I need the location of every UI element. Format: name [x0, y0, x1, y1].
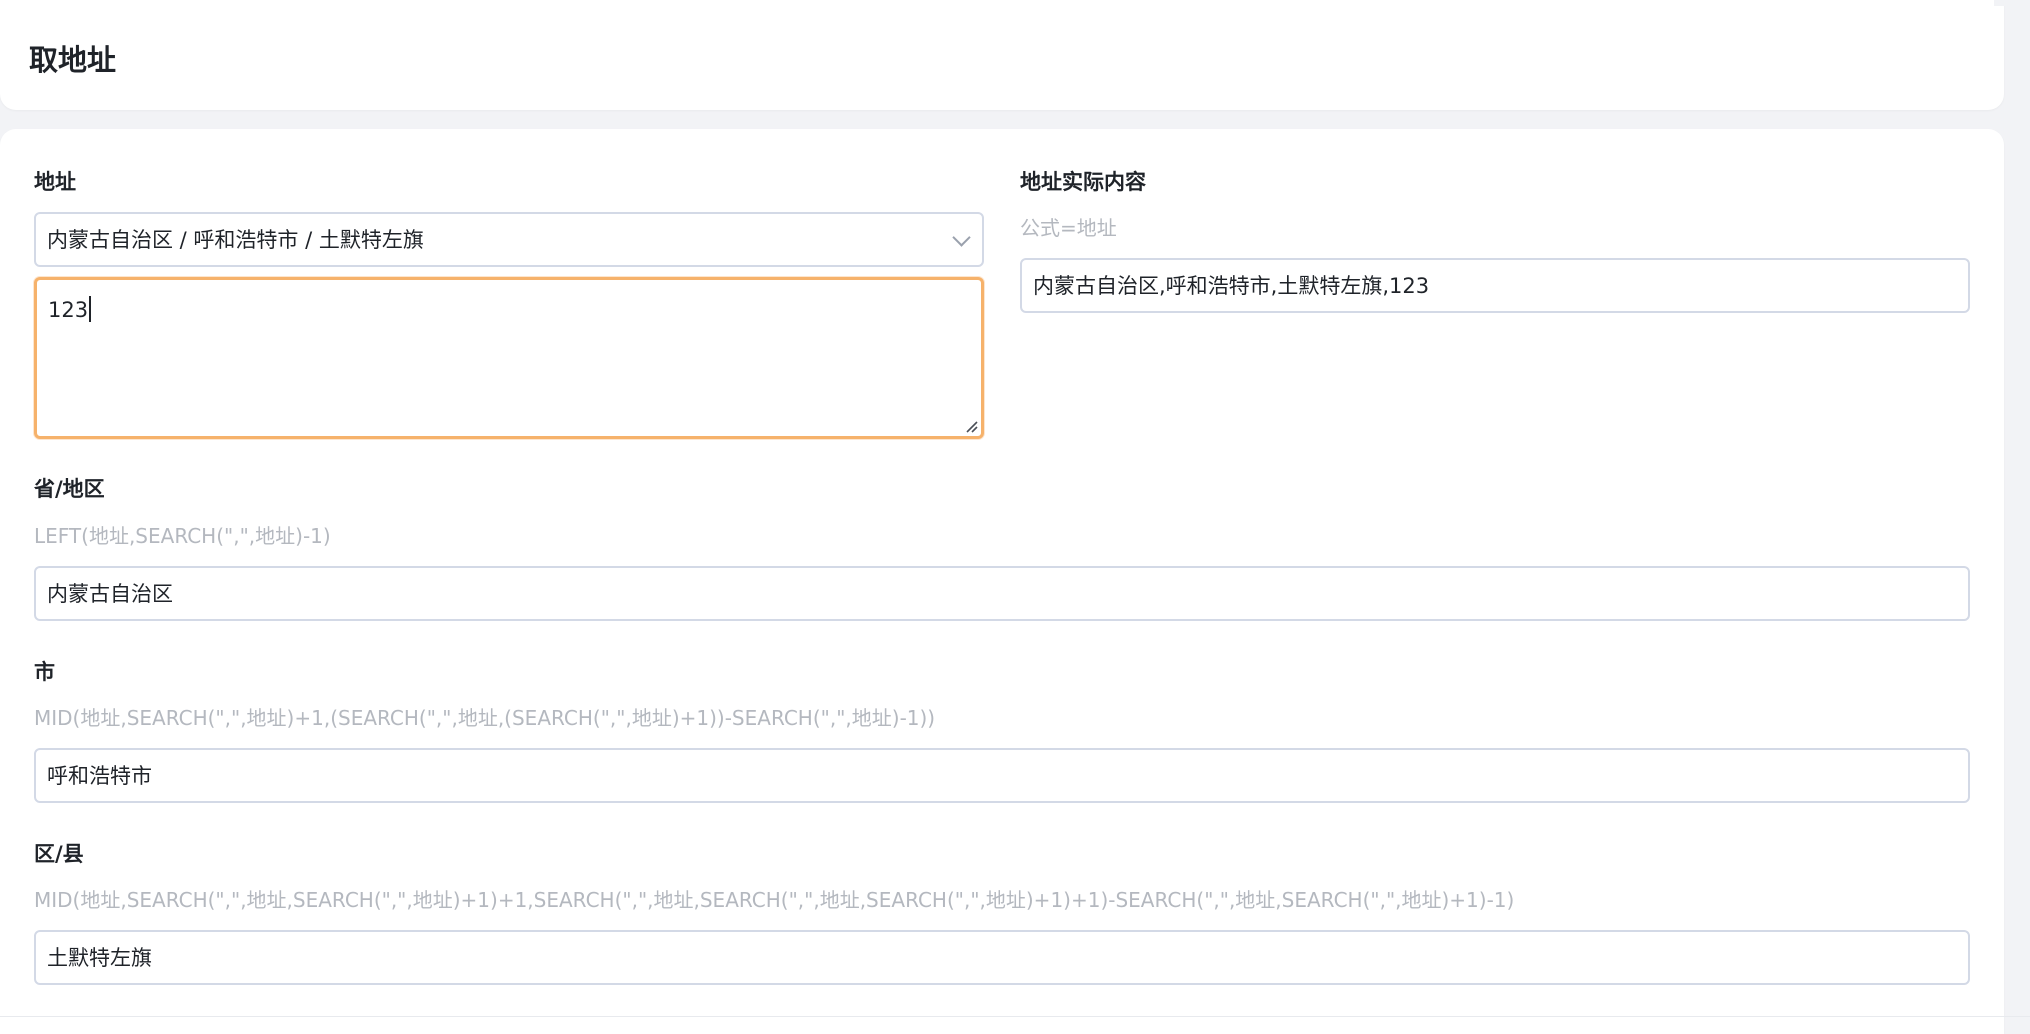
- address-actual-value: 内蒙古自治区,呼和浩特市,土默特左旗,123: [1033, 273, 1430, 298]
- city-field[interactable]: 呼和浩特市: [34, 748, 1970, 803]
- form-card: 地址 内蒙古自治区 / 呼和浩特市 / 土默特左旗 123 地址实际内容 公式=…: [0, 129, 2004, 1034]
- city-formula: MID(地址,SEARCH(",",地址)+1,(SEARCH(",",地址,(…: [34, 706, 936, 730]
- address-label: 地址: [34, 170, 76, 194]
- city-value: 呼和浩特市: [47, 763, 152, 788]
- chevron-down-icon: [952, 227, 971, 247]
- address-detail-textarea[interactable]: 123: [34, 277, 984, 439]
- bottom-divider: [0, 1016, 2030, 1017]
- district-label: 区/县: [34, 842, 84, 866]
- address-actual-formula: 公式=地址: [1020, 216, 1117, 240]
- page-header: 取地址: [0, 0, 2004, 110]
- city-label: 市: [34, 660, 55, 684]
- resize-handle-icon[interactable]: [964, 419, 978, 433]
- province-label: 省/地区: [34, 477, 105, 501]
- page-title: 取地址: [29, 43, 117, 77]
- province-value: 内蒙古自治区: [47, 581, 173, 606]
- district-field[interactable]: 土默特左旗: [34, 930, 1970, 985]
- province-field[interactable]: 内蒙古自治区: [34, 566, 1970, 621]
- address-region-select[interactable]: 内蒙古自治区 / 呼和浩特市 / 土默特左旗: [34, 212, 984, 267]
- address-detail-value: 123: [48, 298, 89, 322]
- province-formula: LEFT(地址,SEARCH(",",地址)-1): [34, 524, 331, 548]
- scroll-corner: [1994, 0, 2030, 6]
- address-actual-field[interactable]: 内蒙古自治区,呼和浩特市,土默特左旗,123: [1020, 258, 1970, 313]
- district-formula: MID(地址,SEARCH(",",地址,SEARCH(",",地址)+1)+1…: [34, 888, 1515, 912]
- address-actual-label: 地址实际内容: [1020, 170, 1146, 194]
- address-region-value: 内蒙古自治区 / 呼和浩特市 / 土默特左旗: [47, 227, 424, 252]
- text-caret: [89, 296, 92, 322]
- district-value: 土默特左旗: [47, 945, 152, 970]
